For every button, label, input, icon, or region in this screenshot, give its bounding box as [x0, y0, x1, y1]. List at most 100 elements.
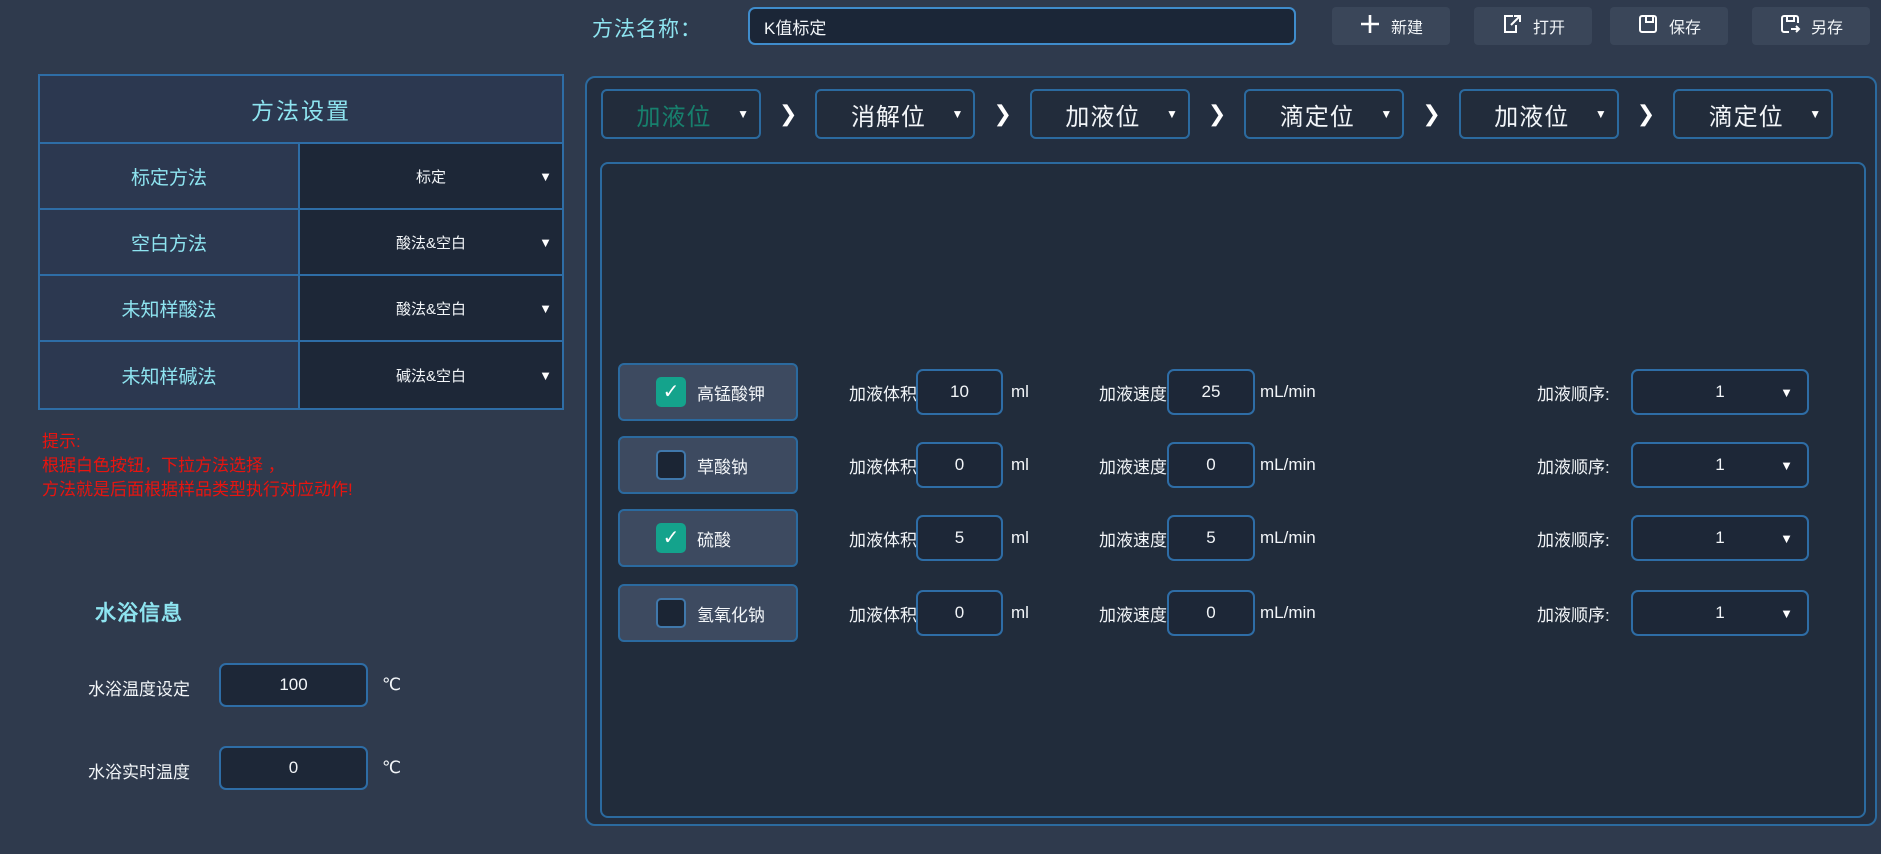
speed-input[interactable]	[1167, 369, 1255, 415]
flow-step-label: 滴定位	[1280, 97, 1355, 132]
speed-input[interactable]	[1167, 515, 1255, 561]
bath-temp-actual-input[interactable]	[219, 746, 368, 790]
reagent-config-panel: ✓ 高锰酸钾 加液体积: ml 加液速度: mL/min 加液顺序: 1 ▼	[600, 162, 1866, 818]
reagent-name: 硫酸	[697, 526, 731, 551]
reagent-row-naoh: ✓ 氢氧化钠 加液体积: ml 加液速度: mL/min 加液顺序: 1 ▼	[602, 584, 1864, 642]
bath-temp-actual-unit: ℃	[382, 758, 401, 778]
chevron-right-icon: ❯	[993, 101, 1011, 127]
speed-input[interactable]	[1167, 442, 1255, 488]
volume-input[interactable]	[916, 515, 1003, 561]
speed-unit: mL/min	[1260, 436, 1316, 494]
speed-input[interactable]	[1167, 590, 1255, 636]
setting-label: 未知样碱法	[40, 342, 300, 408]
chevron-down-icon: ▼	[1780, 385, 1793, 400]
reagent-toggle-button[interactable]: ✓ 高锰酸钾	[618, 363, 798, 421]
setting-value: 酸法&空白	[396, 232, 466, 253]
volume-label: 加液体积:	[849, 436, 922, 494]
method-name-label: 方法名称：	[592, 13, 702, 43]
volume-label: 加液体积:	[849, 509, 922, 567]
reagent-name: 氢氧化钠	[697, 601, 765, 626]
save-as-icon	[1779, 13, 1801, 40]
chevron-down-icon: ▼	[737, 107, 749, 121]
speed-unit: mL/min	[1260, 584, 1316, 642]
order-dropdown[interactable]: 1 ▼	[1631, 442, 1809, 488]
setting-dropdown[interactable]: 碱法&空白 ▼	[300, 342, 562, 408]
chevron-right-icon: ❯	[1637, 101, 1655, 127]
save-button[interactable]: 保存	[1610, 7, 1728, 45]
flow-step-6[interactable]: 滴定位 ▼	[1673, 89, 1833, 139]
bath-temp-set-unit: ℃	[382, 675, 401, 695]
setting-dropdown[interactable]: 标定 ▼	[300, 144, 562, 208]
volume-label: 加液体积:	[849, 584, 922, 642]
reagent-checkbox[interactable]: ✓	[656, 598, 686, 628]
reagent-row-na-oxalate: ✓ 草酸钠 加液体积: ml 加液速度: mL/min 加液顺序: 1 ▼	[602, 436, 1864, 494]
open-button[interactable]: 打开	[1474, 7, 1592, 45]
order-dropdown[interactable]: 1 ▼	[1631, 369, 1809, 415]
bath-temp-actual-label: 水浴实时温度	[88, 758, 190, 783]
setting-value: 碱法&空白	[396, 365, 466, 386]
reagent-row-kmno4: ✓ 高锰酸钾 加液体积: ml 加液速度: mL/min 加液顺序: 1 ▼	[602, 363, 1864, 421]
bath-temp-set-label: 水浴温度设定	[88, 675, 190, 700]
order-dropdown[interactable]: 1 ▼	[1631, 590, 1809, 636]
setting-value: 酸法&空白	[396, 298, 466, 319]
setting-dropdown[interactable]: 酸法&空白 ▼	[300, 210, 562, 274]
method-settings-table: 方法设置 标定方法 标定 ▼ 空白方法 酸法&空白 ▼ 未知样酸法 酸法&空白 …	[38, 74, 564, 410]
plus-icon	[1359, 13, 1381, 40]
flow-step-1[interactable]: 加液位 ▼	[601, 89, 761, 139]
order-value: 1	[1715, 382, 1724, 402]
order-label: 加液顺序:	[1537, 584, 1610, 642]
volume-unit: ml	[1011, 509, 1029, 567]
flow-step-label: 加液位	[637, 97, 712, 132]
setting-label: 空白方法	[40, 210, 300, 274]
chevron-right-icon: ❯	[1208, 101, 1226, 127]
reagent-row-h2so4: ✓ 硫酸 加液体积: ml 加液速度: mL/min 加液顺序: 1 ▼	[602, 509, 1864, 567]
order-value: 1	[1715, 603, 1724, 623]
reagent-checkbox[interactable]: ✓	[656, 523, 686, 553]
volume-input[interactable]	[916, 369, 1003, 415]
reagent-toggle-button[interactable]: ✓ 草酸钠	[618, 436, 798, 494]
chevron-down-icon: ▼	[1780, 531, 1793, 546]
volume-input[interactable]	[916, 442, 1003, 488]
reagent-toggle-button[interactable]: ✓ 硫酸	[618, 509, 798, 567]
chevron-down-icon: ▼	[1166, 107, 1178, 121]
reagent-checkbox[interactable]: ✓	[656, 450, 686, 480]
table-row: 未知样酸法 酸法&空白 ▼	[40, 276, 562, 342]
speed-unit: mL/min	[1260, 363, 1316, 421]
flow-step-5[interactable]: 加液位 ▼	[1459, 89, 1619, 139]
method-name-input[interactable]	[748, 7, 1296, 45]
order-dropdown[interactable]: 1 ▼	[1631, 515, 1809, 561]
open-icon	[1501, 13, 1523, 40]
order-label: 加液顺序:	[1537, 509, 1610, 567]
chevron-down-icon: ▼	[1595, 107, 1607, 121]
flow-step-3[interactable]: 加液位 ▼	[1030, 89, 1190, 139]
reagent-name: 高锰酸钾	[697, 380, 765, 405]
setting-dropdown[interactable]: 酸法&空白 ▼	[300, 276, 562, 340]
check-icon: ✓	[663, 382, 680, 402]
flow-step-label: 消解位	[851, 97, 926, 132]
order-label: 加液顺序:	[1537, 363, 1610, 421]
app-window: 方法名称： 新建 打开 保存 另存 方法设置 标定方法	[0, 0, 1881, 854]
flow-step-4[interactable]: 滴定位 ▼	[1244, 89, 1404, 139]
chevron-down-icon: ▼	[1780, 458, 1793, 473]
volume-unit: ml	[1011, 363, 1029, 421]
save-as-button[interactable]: 另存	[1752, 7, 1870, 45]
flow-step-label: 加液位	[1065, 97, 1140, 132]
reagent-checkbox[interactable]: ✓	[656, 377, 686, 407]
open-button-label: 打开	[1533, 14, 1565, 38]
reagent-toggle-button[interactable]: ✓ 氢氧化钠	[618, 584, 798, 642]
save-icon	[1637, 13, 1659, 40]
hint-text: 提示: 根据白色按钮，下拉方法选择 ， 方法就是后面根据样品类型执行对应动作!	[42, 430, 353, 502]
volume-label: 加液体积:	[849, 363, 922, 421]
volume-input[interactable]	[916, 590, 1003, 636]
table-row: 标定方法 标定 ▼	[40, 144, 562, 210]
save-button-label: 保存	[1669, 14, 1701, 38]
bath-temp-set-input[interactable]	[219, 663, 368, 707]
speed-label: 加液速度:	[1099, 363, 1172, 421]
chevron-down-icon: ▼	[952, 107, 964, 121]
table-row: 空白方法 酸法&空白 ▼	[40, 210, 562, 276]
speed-label: 加液速度:	[1099, 584, 1172, 642]
flow-step-2[interactable]: 消解位 ▼	[815, 89, 975, 139]
new-button[interactable]: 新建	[1332, 7, 1450, 45]
chevron-right-icon: ❯	[779, 101, 797, 127]
check-icon: ✓	[663, 528, 680, 548]
